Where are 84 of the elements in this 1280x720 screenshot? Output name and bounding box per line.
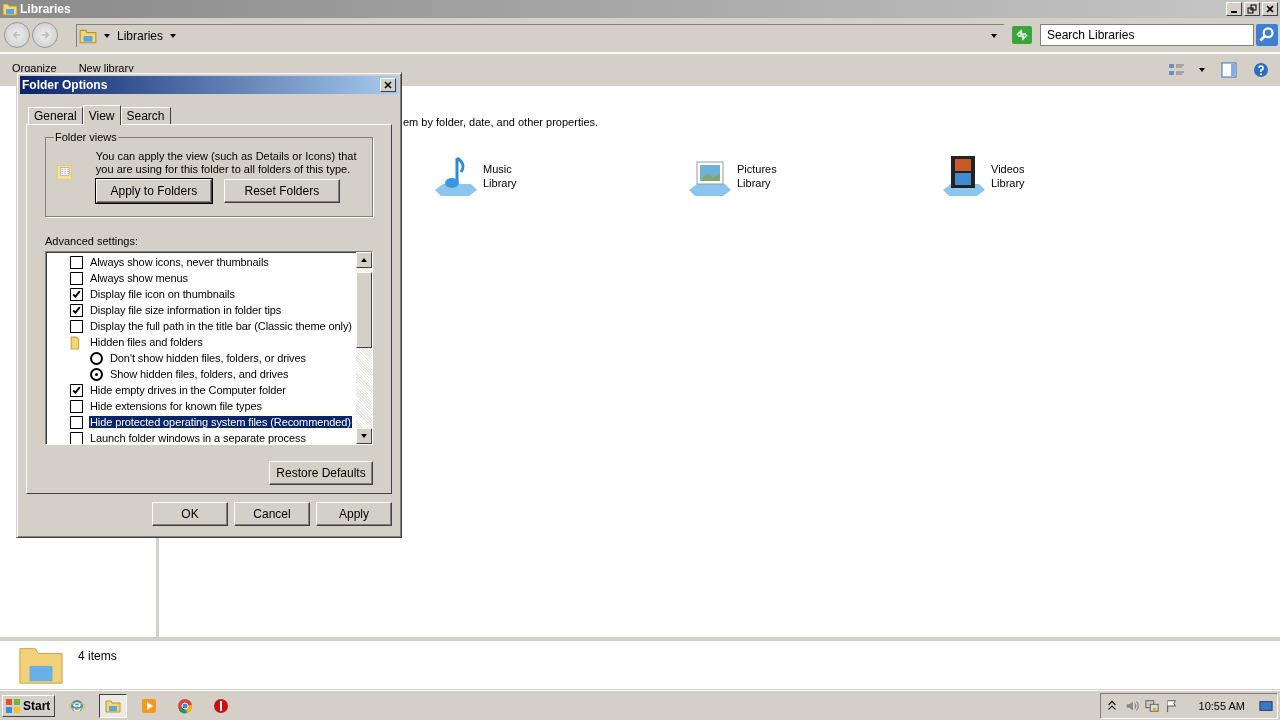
item-count: 4 items: [78, 649, 117, 663]
setting-label[interactable]: Launch folder windows in a separate process: [89, 432, 307, 444]
windows-logo-icon: [5, 697, 21, 714]
checkbox[interactable]: [70, 383, 83, 397]
browser-icon: [177, 697, 194, 714]
search-icon[interactable]: [1256, 24, 1278, 46]
restore-defaults-button[interactable]: Restore Defaults: [269, 461, 373, 485]
folder-views-button[interactable]: Reset Folders: [223, 179, 340, 203]
toolbar-item[interactable]: Organize: [12, 62, 57, 74]
dialog-button[interactable]: OK: [152, 502, 228, 526]
checkbox[interactable]: [70, 399, 83, 413]
setting-label[interactable]: Hide protected operating system files (Recommended): [89, 416, 352, 428]
start-button[interactable]: Start: [2, 694, 56, 717]
toolbar-item[interactable]: New library: [78, 62, 134, 74]
globe-e-icon: [69, 697, 86, 714]
window-title: Libraries: [20, 2, 71, 16]
setting-label[interactable]: Hide empty drives in the Computer folder: [89, 384, 287, 396]
help-icon[interactable]: [1252, 62, 1270, 78]
dialog-button[interactable]: Apply: [316, 502, 392, 526]
search-field[interactable]: Search Libraries: [1040, 24, 1254, 46]
tab[interactable]: View: [82, 105, 121, 125]
folder-icon: [2, 1, 18, 17]
setting-label[interactable]: Hidden files and folders: [89, 336, 204, 348]
caret-icon[interactable]: [1198, 66, 1206, 74]
dropdown-icon[interactable]: [990, 31, 998, 40]
checkbox[interactable]: [70, 271, 83, 285]
library-name[interactable]: Music: [483, 162, 517, 176]
alert-icon: [213, 697, 230, 714]
address-bar[interactable]: Libraries: [76, 23, 1004, 47]
preview-pane-icon[interactable]: [1220, 62, 1238, 78]
library-name[interactable]: Pictures: [737, 162, 777, 176]
advanced-settings-label: Advanced settings:: [45, 235, 139, 247]
tab[interactable]: Search: [120, 107, 171, 124]
library-type: Library: [737, 176, 772, 190]
library-type: Library: [991, 176, 1025, 190]
group-label: Folder views: [54, 131, 118, 143]
setting-label[interactable]: Display the full path in the title bar (Classic theme only): [89, 320, 353, 332]
play-icon: [141, 697, 158, 714]
scroll-up-button[interactable]: [356, 252, 372, 268]
setting-label[interactable]: Display file icon on thumbnails: [89, 288, 236, 300]
checkbox[interactable]: [70, 431, 83, 444]
setting-label[interactable]: Hide extensions for known file types: [89, 400, 263, 412]
description-text: em by folder, date, and other properties.: [403, 116, 600, 128]
checkbox[interactable]: [70, 287, 83, 301]
close-button[interactable]: [1262, 2, 1278, 16]
radio-button[interactable]: [90, 351, 103, 365]
folder-views-description: You can apply the view (such as Details or Icons) that you are using for this folder to all folders of this type.: [95, 150, 358, 176]
breadcrumb[interactable]: Libraries: [117, 28, 164, 43]
radio-button[interactable]: [90, 367, 103, 381]
checkbox[interactable]: [70, 319, 83, 333]
setting-label[interactable]: Always show icons, never thumbnails: [89, 256, 270, 268]
setting-label[interactable]: Display file size information in folder tips: [89, 304, 283, 316]
restore-button[interactable]: [1244, 2, 1260, 16]
library-type: Library: [483, 176, 517, 190]
minimize-icon: [1231, 11, 1237, 13]
flag-icon[interactable]: [1164, 697, 1179, 714]
library-name[interactable]: Videos: [991, 162, 1025, 176]
setting-label[interactable]: Always show menus: [89, 272, 189, 284]
scrollbar-thumb[interactable]: [356, 272, 372, 348]
dialog-button[interactable]: Cancel: [234, 502, 310, 526]
refresh-icon[interactable]: [1012, 26, 1032, 44]
taskbar-app[interactable]: [99, 693, 128, 718]
close-icon: [1264, 4, 1276, 14]
setting-label[interactable]: Don't show hidden files, folders, or drives: [109, 352, 307, 364]
caret-icon[interactable]: [169, 31, 178, 40]
checkbox[interactable]: [70, 255, 83, 269]
setting-label[interactable]: Show hidden files, folders, and drives: [109, 368, 290, 380]
folder-views-button[interactable]: Apply to Folders: [95, 179, 212, 203]
folder-icon: [105, 697, 122, 714]
tab[interactable]: General: [28, 107, 83, 124]
close-button[interactable]: [380, 78, 396, 92]
caret-icon[interactable]: [103, 31, 111, 40]
network-icon[interactable]: [1144, 697, 1159, 714]
restore-icon: [1246, 4, 1258, 14]
dialog-title: Folder Options: [22, 78, 108, 92]
scrollbar[interactable]: [356, 252, 372, 444]
close-icon: [382, 80, 394, 90]
up-arrow-icon: [360, 256, 368, 264]
checkbox[interactable]: [70, 415, 83, 429]
clock: 10:55 AM: [1198, 699, 1245, 712]
scroll-down-button[interactable]: [356, 428, 372, 444]
checkbox[interactable]: [70, 303, 83, 317]
down-arrow-icon: [360, 432, 368, 440]
minimize-button[interactable]: [1226, 2, 1242, 16]
